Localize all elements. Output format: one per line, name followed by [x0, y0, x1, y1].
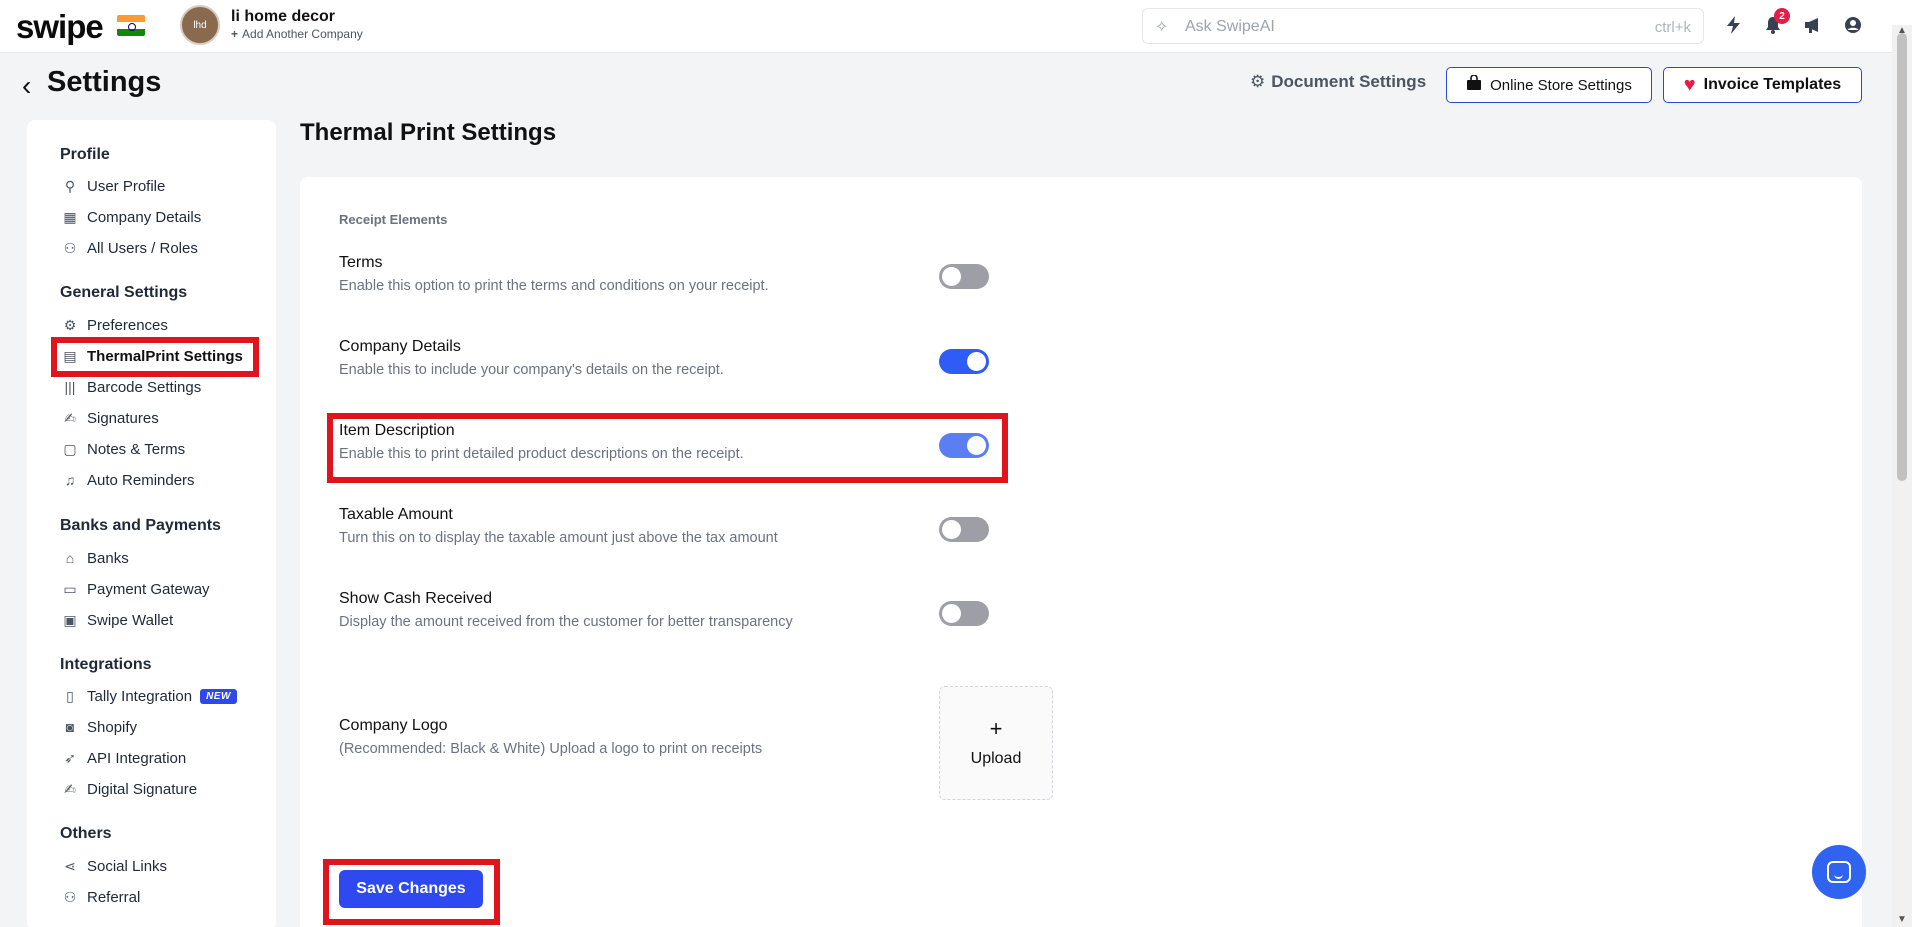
company-name[interactable]: li home decor [231, 8, 335, 26]
document-settings-link[interactable]: ⚙ Document Settings [1250, 72, 1426, 92]
add-company-link[interactable]: + Add Another Company [231, 27, 363, 41]
bank-icon: ⌂ [65, 550, 75, 566]
cog-icon: ⚙ [63, 316, 77, 333]
sidebar-item-banks[interactable]: ⌂ Banks [60, 545, 129, 571]
section-title-others: Others [60, 825, 112, 842]
settings-sidebar: Profile ⚲ User Profile ▦ Company Details ⚇… [27, 120, 276, 927]
sidebar-item-company-details[interactable]: ▦ Company Details [60, 204, 201, 230]
notification-count-badge: 2 [1774, 8, 1790, 24]
upload-label: Upload [970, 750, 1022, 767]
company-details-toggle[interactable] [939, 349, 989, 374]
sidebar-item-tally[interactable]: ▯ Tally Integration NEW [60, 683, 237, 709]
sidebar-item-auto-reminders[interactable]: ♫ Auto Reminders [60, 467, 195, 493]
online-store-settings-button[interactable]: Online Store Settings [1446, 67, 1652, 103]
show-cash-received-toggle[interactable] [939, 601, 989, 626]
swipe-logo[interactable]: swipe [16, 8, 104, 46]
setting-title: Terms [339, 254, 383, 271]
store-bag-icon [1466, 74, 1482, 95]
rocket-icon: ➶ [64, 749, 76, 766]
gear-icon: ⚙ [1250, 72, 1266, 91]
section-title-banks: Banks and Payments [60, 517, 221, 534]
setting-description: Display the amount received from the cus… [339, 614, 793, 630]
invoice-templates-button[interactable]: ♥ Invoice Templates [1663, 67, 1862, 103]
scrollbar-thumb[interactable] [1897, 33, 1907, 481]
highlight-box-save [323, 859, 500, 925]
logo-upload-box[interactable]: + Upload [939, 686, 1053, 800]
setting-taxable-amount: Taxable Amount Turn this on to display t… [339, 506, 999, 546]
building-icon: ▦ [63, 208, 77, 225]
setting-terms: Terms Enable this option to print the te… [339, 254, 999, 294]
user-icon: ⚲ [64, 177, 76, 194]
section-title-general: General Settings [60, 284, 188, 301]
credit-card-icon: ▭ [63, 580, 77, 597]
heart-icon: ♥ [1683, 73, 1696, 96]
sidebar-item-digital-signature[interactable]: ✍ Digital Signature [60, 776, 197, 802]
scroll-down-arrow-icon[interactable]: ▼ [1897, 914, 1907, 925]
terms-toggle[interactable] [939, 264, 989, 289]
user-circle-icon[interactable] [1840, 12, 1866, 38]
new-badge: NEW [200, 688, 237, 704]
top-bar: swipe lhd li home decor + Add Another Com… [0, 0, 1912, 53]
shortcut-hint: ctrl+k [1654, 19, 1691, 36]
setting-company-logo: Company Logo (Recommended: Black & White… [339, 717, 999, 757]
setting-title: Show Cash Received [339, 590, 492, 607]
setting-show-cash-received: Show Cash Received Display the amount re… [339, 590, 999, 630]
highlight-box-thermalprint [51, 337, 259, 377]
india-flag-icon [117, 15, 145, 36]
sidebar-item-payment-gateway[interactable]: ▭ Payment Gateway [60, 576, 209, 602]
ask-ai-input[interactable] [1185, 15, 1605, 39]
taxable-amount-toggle[interactable] [939, 517, 989, 542]
share-icon: ⋖ [64, 857, 76, 874]
bell-outline-icon: ♫ [64, 472, 76, 488]
setting-title: Company Logo [339, 717, 448, 734]
lightning-icon[interactable] [1721, 12, 1747, 38]
sparkle-icon: ✧ [1155, 19, 1169, 36]
sidebar-item-users-roles[interactable]: ⚇ All Users / Roles [60, 235, 198, 261]
sidebar-item-referral[interactable]: ⚇ Referral [60, 884, 141, 910]
setting-company-details: Company Details Enable this to include y… [339, 338, 999, 378]
shopify-bag-icon: ◙ [65, 719, 75, 735]
signature-icon: ✍ [64, 409, 76, 426]
page-scrollbar[interactable]: ▲ ▼ [1892, 25, 1912, 927]
sidebar-item-notes-terms[interactable]: ▢ Notes & Terms [60, 436, 185, 462]
sidebar-item-user-profile[interactable]: ⚲ User Profile [60, 173, 166, 199]
setting-description: (Recommended: Black & White) Upload a lo… [339, 741, 763, 757]
sidebar-item-barcode[interactable]: ||| Barcode Settings [60, 374, 202, 400]
setting-title: Taxable Amount [339, 506, 453, 523]
note-icon: ▢ [63, 440, 77, 457]
wallet-icon: ▣ [63, 611, 77, 628]
highlight-box-item-description [327, 413, 1008, 483]
section-title-profile: Profile [60, 146, 110, 163]
users-icon: ⚇ [63, 239, 77, 256]
chat-icon [1827, 861, 1851, 883]
company-avatar[interactable]: lhd [180, 5, 220, 45]
document-icon: ▯ [66, 687, 74, 704]
content-title: Thermal Print Settings [300, 119, 557, 146]
plus-icon: + [989, 716, 1003, 741]
setting-title: Company Details [339, 338, 461, 355]
sidebar-item-swipe-wallet[interactable]: ▣ Swipe Wallet [60, 607, 173, 633]
sidebar-item-social-links[interactable]: ⋖ Social Links [60, 853, 167, 879]
ask-ai-search[interactable]: ✧ ctrl+k [1142, 8, 1704, 44]
section-title-integrations: Integrations [60, 656, 152, 673]
back-arrow-icon[interactable]: ‹ [22, 70, 31, 102]
users-icon: ⚇ [63, 888, 77, 905]
plus-icon: + [231, 27, 239, 41]
setting-description: Turn this on to display the taxable amou… [339, 530, 778, 546]
sidebar-item-shopify[interactable]: ◙ Shopify [60, 714, 137, 740]
signature-icon: ✍ [64, 780, 76, 797]
group-label: Receipt Elements [339, 212, 448, 227]
megaphone-icon[interactable] [1800, 12, 1826, 38]
barcode-icon: ||| [64, 379, 76, 395]
page-title: Settings [47, 66, 162, 98]
sidebar-item-signatures[interactable]: ✍ Signatures [60, 405, 159, 431]
thermal-settings-panel: Receipt Elements Terms Enable this optio… [300, 177, 1862, 927]
sidebar-item-preferences[interactable]: ⚙ Preferences [60, 312, 168, 338]
setting-description: Enable this option to print the terms an… [339, 278, 769, 294]
chat-launcher-button[interactable] [1812, 845, 1866, 899]
setting-description: Enable this to include your company's de… [339, 362, 724, 378]
sidebar-item-api[interactable]: ➶ API Integration [60, 745, 186, 771]
